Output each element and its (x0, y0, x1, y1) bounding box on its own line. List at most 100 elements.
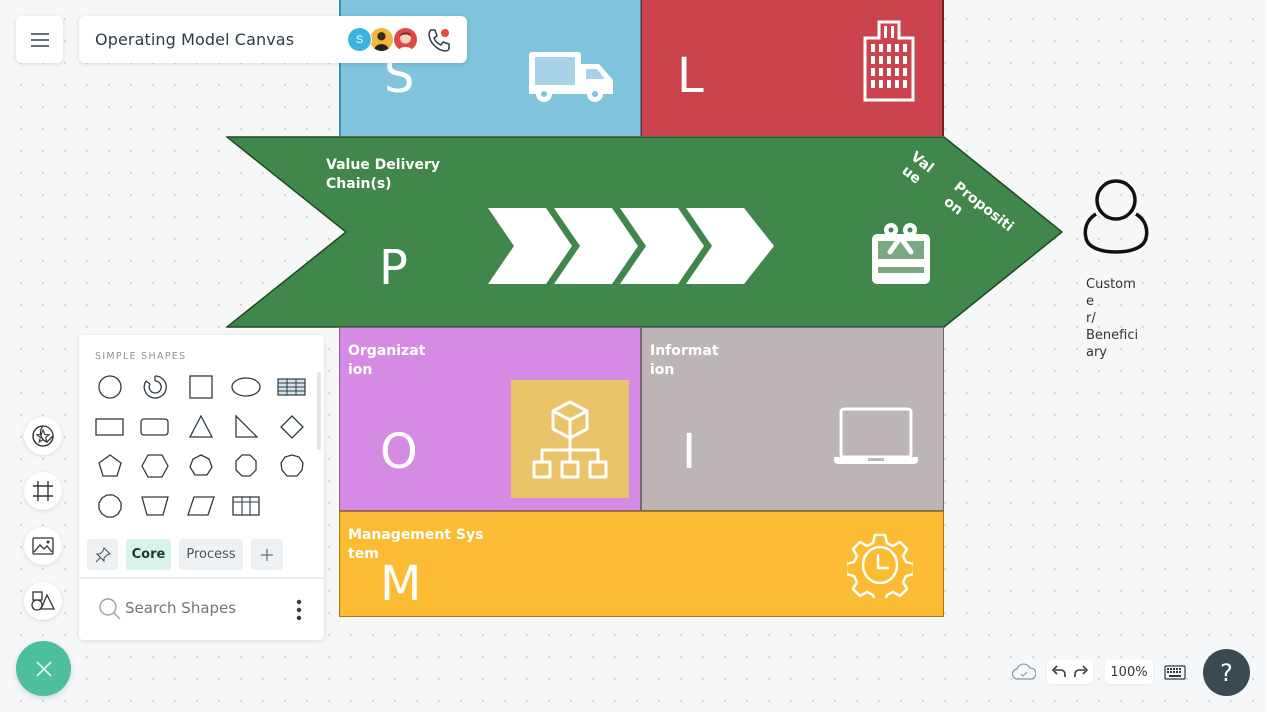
right-triangle-icon (235, 414, 259, 438)
tab-core[interactable]: Core (126, 539, 171, 570)
main-menu-button[interactable] (16, 16, 63, 63)
keyboard-icon[interactable] (1164, 665, 1186, 680)
search-shapes-input[interactable] (125, 599, 285, 617)
avatar-photo (398, 32, 413, 51)
help-button[interactable]: ? (1203, 649, 1250, 696)
panel-scrollbar[interactable] (317, 372, 321, 450)
label-line: Custome (1086, 277, 1136, 309)
table-icon (277, 378, 306, 396)
label-line: ary (1086, 345, 1108, 360)
shape-diamond[interactable] (275, 410, 309, 444)
avatar[interactable]: S (347, 27, 372, 52)
shape-donut[interactable] (138, 370, 172, 404)
shape-nonagon[interactable] (275, 449, 309, 483)
shape-heptagon[interactable] (184, 449, 218, 483)
building-icon (863, 20, 915, 102)
redo-icon[interactable] (1073, 665, 1089, 679)
rounded-rectangle-icon (140, 418, 169, 436)
undo-icon[interactable] (1051, 665, 1067, 679)
document-title[interactable]: Operating Model Canvas (95, 30, 294, 49)
decagon-icon (98, 494, 122, 518)
label-line: Value Delivery (326, 157, 441, 173)
truck-icon (529, 52, 613, 102)
label-line: Management Sys (348, 527, 484, 543)
parallelogram-icon (187, 496, 215, 516)
gift-icon (872, 223, 930, 284)
pinned-tab[interactable] (87, 539, 118, 570)
octagon-icon (235, 454, 257, 477)
information-block[interactable]: Informat ion I (641, 327, 944, 511)
organization-label: Organizat ion (348, 342, 428, 380)
image-button[interactable] (24, 527, 62, 565)
phone-call-icon[interactable] (426, 27, 452, 53)
close-panel-button[interactable] (16, 641, 71, 696)
block-letter: L (677, 48, 704, 104)
pin-icon (95, 546, 111, 562)
tab-process[interactable]: Process (179, 539, 243, 570)
ellipse-icon (231, 377, 261, 397)
more-vertical-icon[interactable] (295, 599, 303, 621)
chevron-process-icon (488, 208, 774, 284)
star-sticker-icon (32, 425, 54, 447)
avatar[interactable] (393, 27, 418, 52)
shape-triangle[interactable] (184, 410, 218, 444)
customer-label: Custome r/ Benefici ary (1086, 276, 1142, 361)
shape-trapezoid[interactable] (138, 489, 172, 523)
shape-circle[interactable] (93, 370, 127, 404)
hamburger-menu-icon (30, 32, 49, 47)
label-line: Informat (650, 343, 719, 359)
frame-button[interactable] (24, 472, 62, 510)
shapes-button[interactable] (24, 582, 62, 620)
shape-rectangle[interactable] (93, 410, 127, 444)
donut-icon (143, 375, 167, 399)
value-chain-label: Value Delivery Chain(s) (326, 156, 440, 194)
add-library-button[interactable] (251, 539, 283, 570)
document-title-bar: Operating Model Canvas S (79, 16, 467, 63)
shape-decagon[interactable] (93, 489, 127, 523)
triangle-icon (188, 414, 214, 438)
templates-button[interactable] (24, 417, 62, 455)
square-icon (189, 375, 213, 399)
hexagon-icon (141, 454, 169, 478)
undo-redo-group (1047, 660, 1093, 684)
shape-square[interactable] (184, 370, 218, 404)
shape-hexagon[interactable] (138, 449, 172, 483)
shape-octagon[interactable] (229, 449, 263, 483)
image-icon (32, 537, 54, 555)
locations-block[interactable]: L (641, 0, 944, 136)
org-icon-tile (511, 380, 629, 498)
shape-ellipse[interactable] (229, 370, 263, 404)
organization-block[interactable]: Organizat ion O (339, 327, 641, 511)
pentagon-icon (98, 454, 122, 477)
cloud-saved-icon[interactable] (1012, 662, 1036, 682)
shape-table[interactable] (275, 370, 309, 404)
value-delivery-chain-arrow[interactable]: Value Delivery Chain(s) P Val ue Proposi… (226, 136, 1066, 328)
heptagon-icon (189, 454, 213, 476)
shape-right-triangle[interactable] (229, 410, 263, 444)
information-label: Informat ion (650, 342, 730, 380)
plus-icon (261, 548, 273, 561)
laptop-icon (834, 407, 918, 464)
block-letter: P (379, 240, 408, 296)
block-letter: M (380, 556, 422, 612)
zoom-level[interactable]: 100% (1105, 660, 1153, 684)
shape-grid-table[interactable] (229, 489, 263, 523)
shapes-section-heading: SIMPLE SHAPES (95, 351, 187, 362)
avatar-photo (373, 32, 390, 51)
diamond-icon (280, 415, 304, 439)
label-line: ion (650, 362, 675, 378)
label-line: Chain(s) (326, 176, 392, 192)
management-system-block[interactable]: Management Sys tem M (339, 511, 944, 617)
call-indicator-dot (441, 29, 449, 37)
label-line: Benefici (1086, 328, 1139, 343)
avatar[interactable] (369, 27, 394, 52)
user-icon (1083, 179, 1149, 254)
org-chart-icon (532, 400, 608, 479)
close-icon (35, 660, 52, 677)
shape-pentagon[interactable] (93, 449, 127, 483)
shapes-panel: SIMPLE SHAPES Core Process (79, 335, 324, 640)
shape-parallelogram[interactable] (184, 489, 218, 523)
shape-rounded-rectangle[interactable] (138, 410, 172, 444)
block-letter: I (682, 424, 697, 480)
trapezoid-icon (141, 496, 169, 516)
